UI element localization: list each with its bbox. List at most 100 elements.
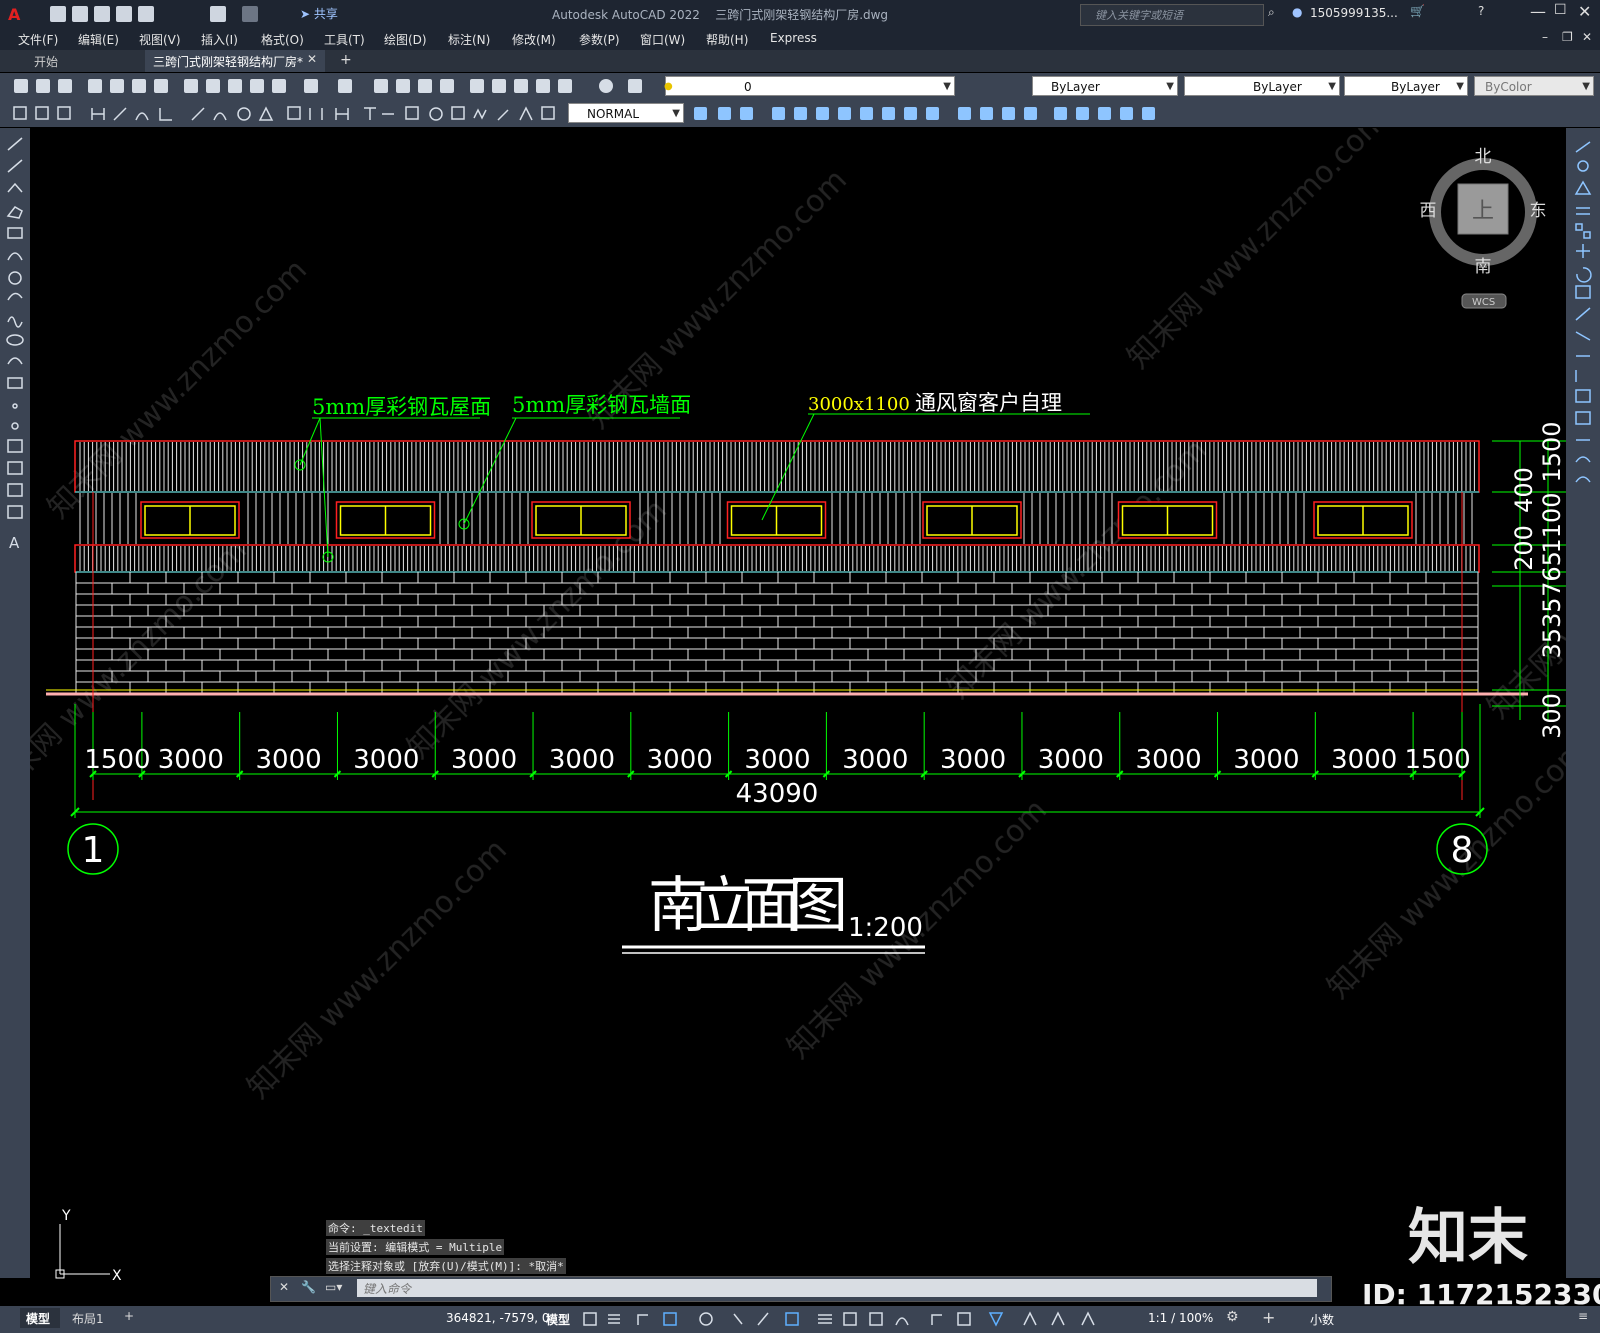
layout-tab-model-label: 模型 bbox=[26, 1312, 51, 1326]
user-icon[interactable]: ● bbox=[1292, 5, 1302, 19]
command-placeholder: 键入命令 bbox=[363, 1282, 412, 1296]
menu-window[interactable]: 窗口(W) bbox=[640, 31, 685, 48]
modify-tool-icons[interactable] bbox=[1566, 128, 1600, 508]
units-display[interactable]: 小数 bbox=[1310, 1311, 1334, 1328]
dim-text: 3000 bbox=[158, 745, 224, 775]
dimstyle-dropdown[interactable]: NORMAL ▼ bbox=[568, 103, 684, 123]
search-icon[interactable]: ⌕ bbox=[1268, 5, 1275, 20]
tab-start[interactable]: 开始 bbox=[22, 50, 140, 72]
menu-view[interactable]: 视图(V) bbox=[139, 31, 181, 48]
tab-start-label: 开始 bbox=[34, 55, 59, 69]
layer-bulb-icon: ● bbox=[664, 81, 673, 92]
app-logo-icon[interactable]: A bbox=[8, 5, 20, 24]
draw-tool-icons[interactable]: A bbox=[0, 128, 30, 578]
plus-icon[interactable]: + bbox=[1262, 1308, 1275, 1327]
new-icon[interactable] bbox=[50, 6, 66, 22]
plot-icon[interactable] bbox=[138, 6, 154, 22]
chevron-down-icon: ▼ bbox=[1582, 81, 1590, 92]
dimension-toolbar-icons[interactable] bbox=[8, 100, 568, 127]
minimize-button[interactable]: — bbox=[1530, 2, 1546, 21]
status-bar: 模型 布局1 + 364821, -7579, 0 模型 1:1 / 100% … bbox=[0, 1306, 1600, 1333]
maximize-button[interactable]: ☐ bbox=[1554, 2, 1567, 18]
brick-wall bbox=[75, 571, 1479, 694]
ucs-icon bbox=[55, 1224, 110, 1279]
menu-help[interactable]: 帮助(H) bbox=[706, 31, 748, 48]
watermark-text: 知末网 www.znzmo.com bbox=[941, 433, 1214, 706]
chevron-down-icon: ▼ bbox=[1456, 81, 1464, 92]
menu-tools[interactable]: 工具(T) bbox=[324, 31, 365, 48]
id-watermark: ID: 1172152330 bbox=[1362, 1278, 1600, 1306]
viewcube-north[interactable]: 北 bbox=[1475, 147, 1492, 167]
close-button[interactable]: ✕ bbox=[1578, 2, 1591, 21]
customize-status-icon[interactable]: ≡ bbox=[1578, 1309, 1588, 1323]
undo-icon[interactable] bbox=[210, 6, 226, 22]
doc-minimize-button[interactable]: – bbox=[1542, 30, 1548, 44]
viewcube-south[interactable]: 南 bbox=[1475, 257, 1492, 277]
viewcube-top[interactable]: 上 bbox=[1472, 199, 1494, 224]
dim-text: 3000 bbox=[744, 745, 810, 775]
gear-icon[interactable]: ⚙ bbox=[1226, 1309, 1239, 1325]
layout-tab-model[interactable]: 模型 bbox=[20, 1308, 60, 1328]
menu-express[interactable]: Express bbox=[770, 31, 817, 45]
help-icon[interactable]: ? bbox=[1478, 4, 1484, 18]
layer-dropdown[interactable]: ● 0 ▼ bbox=[664, 76, 955, 96]
add-layout-button[interactable]: + bbox=[124, 1309, 134, 1323]
command-customize-icon[interactable]: 🔧 bbox=[301, 1280, 316, 1294]
plotstyle-value: ByColor bbox=[1485, 80, 1532, 94]
redo-icon[interactable] bbox=[242, 6, 258, 22]
doc-close-button[interactable]: ✕ bbox=[1582, 30, 1592, 44]
menu-parametric[interactable]: 参数(P) bbox=[579, 31, 620, 48]
command-recent-icon[interactable]: ▭▾ bbox=[325, 1280, 342, 1294]
menu-modify[interactable]: 修改(M) bbox=[512, 31, 556, 48]
save-icon[interactable] bbox=[94, 6, 110, 22]
draw-toolbar-vertical: A bbox=[0, 128, 30, 1278]
vdim-text: 3535 bbox=[1538, 597, 1566, 658]
viewcube-east[interactable]: 东 bbox=[1530, 201, 1547, 221]
layout-tab-layout1[interactable]: 布局1 bbox=[66, 1308, 116, 1328]
command-history-line: 选择注释对象或 [放弃(U)/模式(M)]: *取消* bbox=[326, 1258, 566, 1274]
plotstyle-dropdown[interactable]: ByColor ▼ bbox=[1474, 76, 1594, 96]
saveas-icon[interactable] bbox=[116, 6, 132, 22]
new-tab-button[interactable]: + bbox=[340, 52, 352, 68]
vent-windows bbox=[140, 501, 1413, 539]
linetype-dropdown[interactable]: ByLayer ▼ bbox=[1184, 76, 1340, 96]
modify-toolbar-icons[interactable] bbox=[688, 100, 1168, 127]
menu-edit[interactable]: 编辑(E) bbox=[78, 31, 119, 48]
viewcube-west[interactable]: 西 bbox=[1420, 201, 1437, 221]
menu-file[interactable]: 文件(F) bbox=[18, 31, 58, 48]
wcs-label: WCS bbox=[1472, 297, 1495, 308]
menu-insert[interactable]: 插入(I) bbox=[201, 31, 238, 48]
dim-text: 3000 bbox=[940, 745, 1006, 775]
dim-text: 3000 bbox=[549, 745, 615, 775]
vdim-text: 300 bbox=[1538, 693, 1566, 739]
color-dropdown[interactable]: ByLayer ▼ bbox=[1032, 76, 1178, 96]
tab-drawing[interactable]: 三跨门式刚架轻钢结构厂房* ✕ bbox=[145, 50, 325, 72]
annotation-scale[interactable]: 1:1 / 100% bbox=[1148, 1311, 1213, 1325]
menu-format[interactable]: 格式(O) bbox=[261, 31, 304, 48]
drafting-toggle-icons[interactable] bbox=[578, 1306, 1128, 1333]
ucs-y-label: Y bbox=[61, 1208, 71, 1224]
command-input[interactable]: 键入命令 bbox=[357, 1279, 1317, 1297]
command-close-icon[interactable]: ✕ bbox=[279, 1280, 289, 1294]
lineweight-dropdown[interactable]: ByLayer ▼ bbox=[1344, 76, 1468, 96]
model-space-toggle[interactable]: 模型 bbox=[546, 1311, 570, 1328]
cart-icon[interactable]: 🛒 bbox=[1410, 4, 1425, 18]
search-box[interactable]: 键入关键字或短语 bbox=[1080, 4, 1264, 26]
chevron-down-icon: ▼ bbox=[1166, 81, 1174, 92]
dim-text: 3000 bbox=[255, 745, 321, 775]
tab-close-icon[interactable]: ✕ bbox=[307, 52, 317, 66]
dim-text: 3000 bbox=[353, 745, 419, 775]
tab-drawing-label: 三跨门式刚架轻钢结构厂房* bbox=[153, 55, 304, 69]
share-button[interactable]: ➤ 共享 bbox=[300, 5, 338, 22]
menu-draw[interactable]: 绘图(D) bbox=[384, 31, 427, 48]
open-icon[interactable] bbox=[72, 6, 88, 22]
user-name[interactable]: 1505999135... bbox=[1310, 6, 1398, 20]
doc-restore-button[interactable]: ❐ bbox=[1562, 30, 1573, 44]
standard-toolbar-icons[interactable] bbox=[8, 73, 668, 100]
vdim-text: 400 bbox=[1510, 467, 1538, 513]
chevron-down-icon: ▼ bbox=[943, 81, 951, 92]
drawing-canvas[interactable]: 知末网 www.znzmo.com 知末网 www.znzmo.com 知末网 ww… bbox=[0, 128, 1600, 1306]
menu-dimension[interactable]: 标注(N) bbox=[448, 31, 490, 48]
coordinates-readout[interactable]: 364821, -7579, 0 bbox=[446, 1311, 550, 1325]
title-bar: A ➤ 共享 Autodesk AutoCAD 2022 三跨门式刚架轻钢结构厂… bbox=[0, 0, 1600, 28]
